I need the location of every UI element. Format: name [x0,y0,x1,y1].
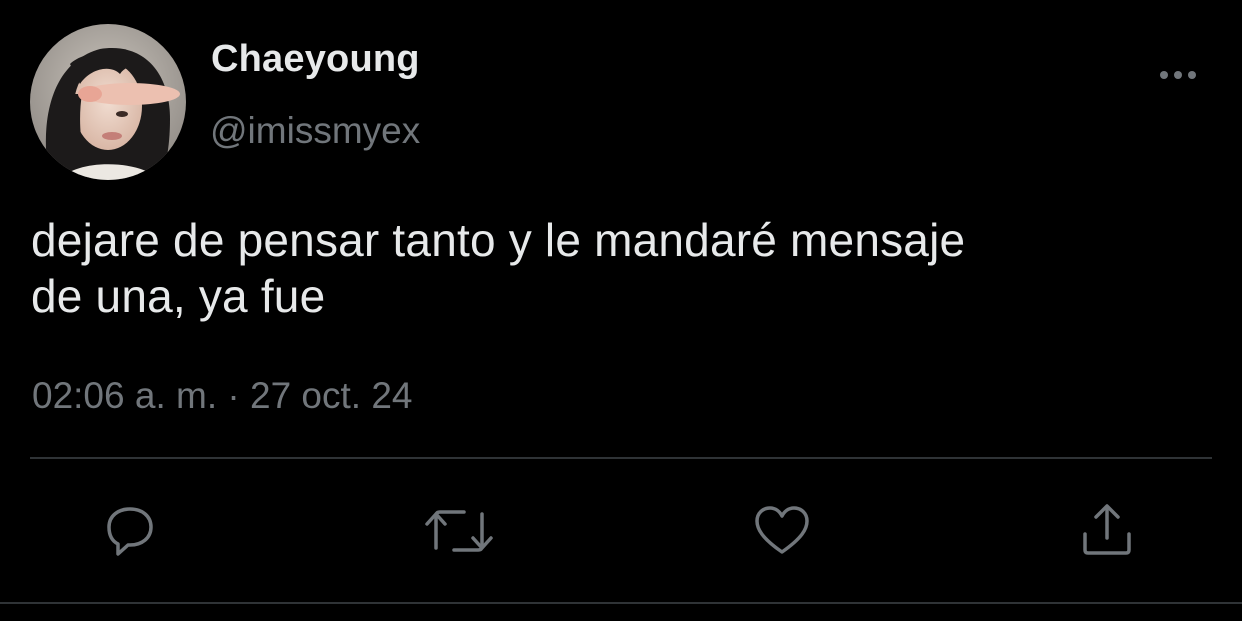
share-upload-icon [1083,504,1131,555]
tweet-text-line-1: dejare de pensar tanto y le mandaré mens… [31,214,966,266]
like-button[interactable] [752,502,810,560]
share-button[interactable] [1080,502,1138,560]
tweet-text-line-2: de una, ya fue [31,270,326,322]
heart-icon [755,506,809,554]
reply-button[interactable] [101,502,159,560]
avatar-photo-icon [30,24,186,180]
speech-bubble-icon [107,507,153,556]
tweet-card: Chaeyoung @imissmyex dejare de pensar ta… [0,0,1242,621]
tweet-text: dejare de pensar tanto y le mandaré mens… [31,212,1211,324]
more-options-button[interactable] [1156,62,1200,88]
display-name[interactable]: Chaeyoung [211,38,420,81]
avatar[interactable] [30,24,186,180]
retweet-arrows-icon [425,510,493,552]
more-horizontal-icon [1160,71,1196,79]
user-handle[interactable]: @imissmyex [210,110,420,152]
tweet-timestamp[interactable]: 02:06 a. m. · 27 oct. 24 [32,375,413,417]
retweet-button[interactable] [424,502,493,560]
bottom-divider [0,602,1242,604]
divider [30,457,1212,459]
